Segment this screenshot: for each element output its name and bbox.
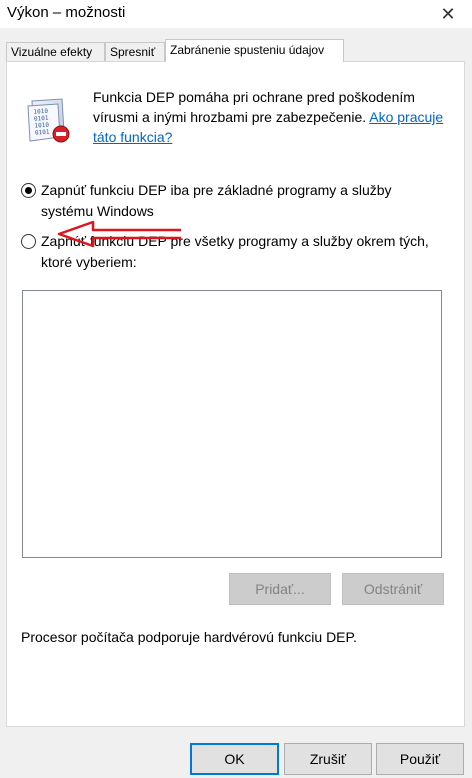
dep-shield-icon: 1010 0101 1010 0101 (27, 98, 70, 143)
dep-description: Funkcia DEP pomáha pri ochrane pred pošk… (93, 87, 453, 147)
dep-description-text: Funkcia DEP pomáha pri ochrane pred pošk… (93, 89, 415, 125)
performance-options-window: Výkon – možnosti ✕ Vizuálne efekty Spres… (0, 0, 472, 778)
apply-button[interactable]: Použiť (376, 743, 464, 775)
cancel-button[interactable]: Zrušiť (284, 743, 372, 775)
dep-all-programs-option[interactable]: Zapnúť funkciu DEP pre všetky programy a… (21, 231, 441, 273)
tab-panel-dep: 1010 0101 1010 0101 Funkcia DEP pomáha p… (6, 61, 465, 727)
close-button[interactable]: ✕ (436, 2, 460, 26)
dep-essential-radio[interactable] (21, 183, 36, 198)
close-icon: ✕ (440, 3, 456, 24)
title-bar: Výkon – možnosti ✕ (0, 0, 472, 28)
dep-essential-option[interactable]: Zapnúť funkciu DEP iba pre základné prog… (21, 180, 441, 222)
dep-all-programs-radio[interactable] (21, 234, 36, 249)
tab-advanced[interactable]: Spresniť (105, 42, 165, 61)
svg-text:0101: 0101 (35, 129, 50, 137)
tab-visual-effects[interactable]: Vizuálne efekty (6, 42, 105, 61)
dep-essential-label: Zapnúť funkciu DEP iba pre základné prog… (41, 182, 392, 219)
ok-button[interactable]: OK (190, 743, 279, 775)
window-title: Výkon – možnosti (7, 4, 126, 21)
hardware-dep-status: Procesor počítača podporuje hardvérovú f… (21, 629, 357, 645)
excluded-programs-list[interactable] (22, 290, 442, 558)
tab-data-execution-prevention[interactable]: Zabránenie spusteniu údajov (165, 39, 344, 62)
add-program-button[interactable]: Pridať... (229, 573, 331, 605)
remove-program-button[interactable]: Odstrániť (342, 573, 444, 605)
dep-all-programs-label: Zapnúť funkciu DEP pre všetky programy a… (41, 233, 429, 270)
